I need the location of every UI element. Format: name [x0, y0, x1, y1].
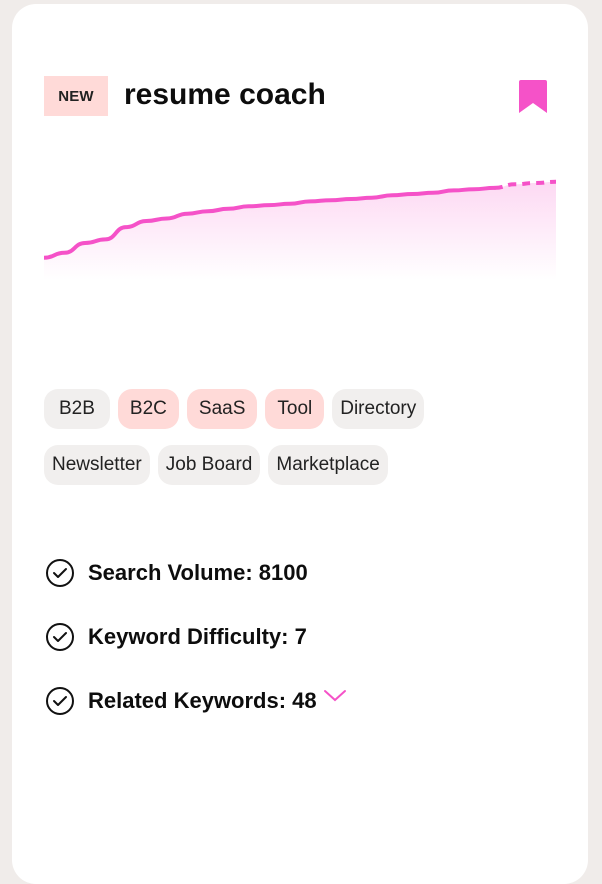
check-circle-icon — [46, 623, 74, 651]
check-circle-icon — [46, 687, 74, 715]
metric-search-volume: Search Volume: 8100 — [46, 556, 347, 590]
tag-list: B2B B2C SaaS Tool Directory Newsletter J… — [44, 389, 564, 501]
check-circle-icon — [46, 559, 74, 587]
tag-tool[interactable]: Tool — [265, 389, 325, 429]
keyword-difficulty-label: Keyword Difficulty: 7 — [88, 624, 307, 649]
tag-directory[interactable]: Directory — [332, 389, 425, 429]
metric-keyword-difficulty: Keyword Difficulty: 7 — [46, 620, 347, 654]
trend-chart — [44, 179, 556, 280]
tag-row-1: B2B B2C SaaS Tool Directory — [44, 389, 564, 429]
tag-marketplace[interactable]: Marketplace — [268, 445, 388, 485]
related-keywords-label: Related Keywords: 48 — [88, 688, 317, 713]
tag-saas[interactable]: SaaS — [186, 389, 258, 429]
metrics-list: Search Volume: 8100 Keyword Difficulty: … — [46, 556, 347, 748]
tag-job-board[interactable]: Job Board — [157, 445, 261, 485]
new-badge: NEW — [44, 76, 108, 116]
metric-related-keywords: Related Keywords: 48 — [46, 684, 347, 718]
tag-newsletter[interactable]: Newsletter — [44, 445, 150, 485]
tag-b2b[interactable]: B2B — [44, 389, 110, 429]
card-title: resume coach — [124, 78, 326, 111]
chevron-down-icon[interactable] — [323, 689, 347, 703]
tag-b2c[interactable]: B2C — [117, 389, 179, 429]
search-volume-label: Search Volume: 8100 — [88, 560, 308, 585]
tag-row-2: Newsletter Job Board Marketplace — [44, 445, 564, 485]
bookmark-icon[interactable] — [518, 80, 548, 114]
